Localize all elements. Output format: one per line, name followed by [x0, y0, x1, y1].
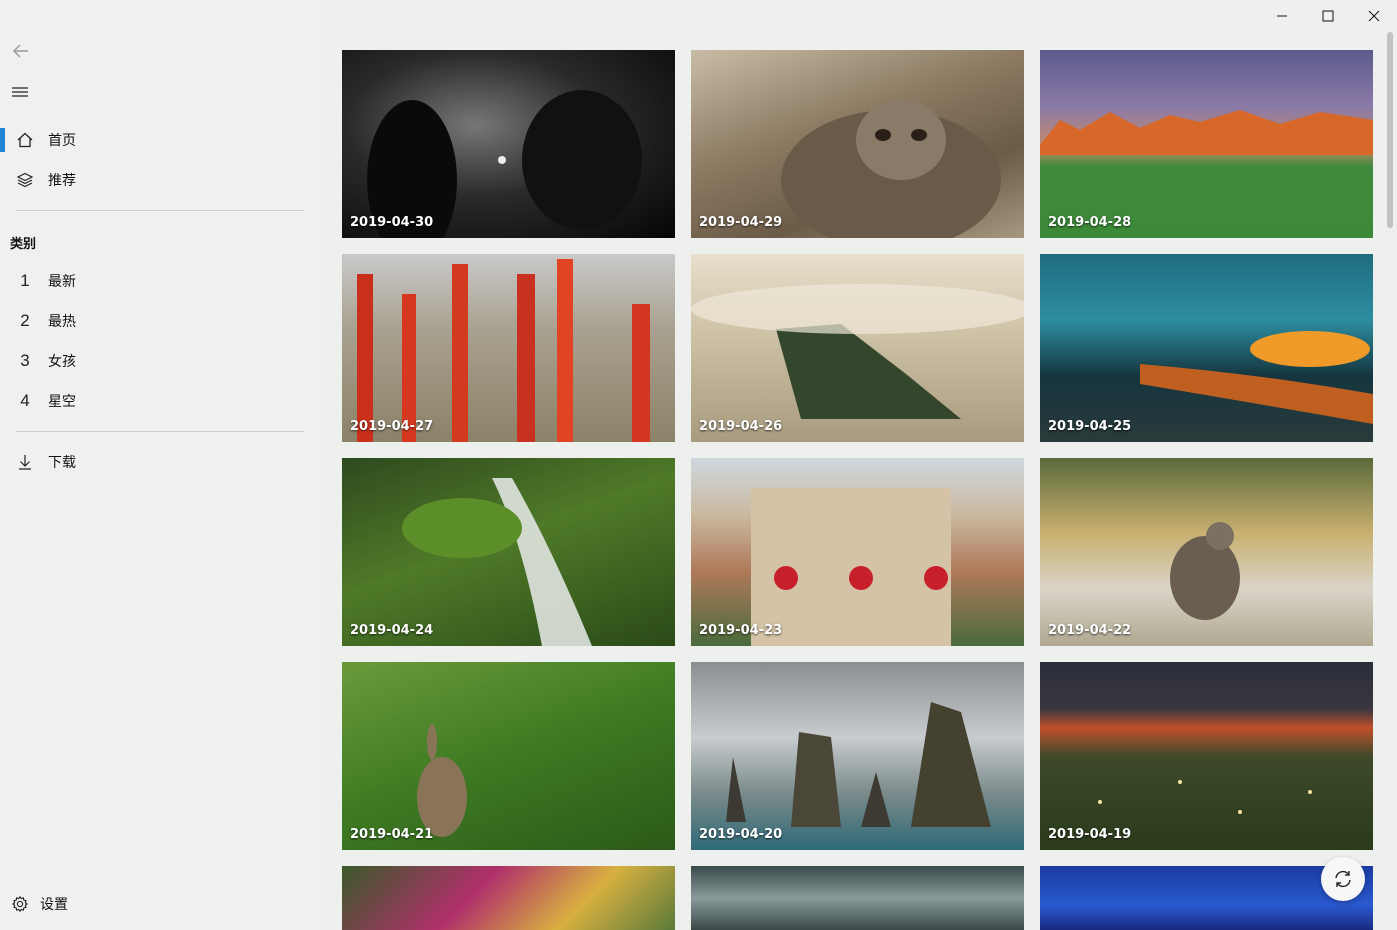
wallpaper-date: 2019-04-26 [699, 419, 783, 434]
wallpaper-tile[interactable]: 2019-04-23 [691, 458, 1024, 646]
settings-button[interactable]: 设置 [0, 884, 320, 924]
wallpaper-date: 2019-04-19 [1048, 827, 1132, 842]
wallpaper-tile[interactable] [342, 866, 675, 930]
nav-item-label: 首页 [48, 133, 76, 149]
wallpaper-image [417, 724, 467, 837]
wallpaper-tile[interactable]: 2019-04-29 [691, 50, 1024, 238]
wallpaper-image [1098, 780, 1312, 814]
wallpaper-tile[interactable]: 2019-04-21 [342, 662, 675, 850]
wallpaper-date: 2019-04-20 [699, 827, 783, 842]
wallpaper-tile[interactable]: 2019-04-28 [1040, 50, 1373, 238]
category-item-starry-sky[interactable]: 4 星空 [0, 381, 320, 421]
wallpaper-image [357, 259, 650, 442]
layers-icon [15, 170, 35, 190]
home-icon [15, 130, 35, 150]
wallpaper-tile[interactable]: 2019-04-30 [342, 50, 675, 238]
divider [16, 431, 304, 432]
wallpaper-date: 2019-04-24 [350, 623, 434, 638]
back-button[interactable] [10, 40, 32, 62]
wallpaper-date: 2019-04-28 [1048, 215, 1132, 230]
wallpaper-tile[interactable]: 2019-04-27 [342, 254, 675, 442]
wallpaper-date: 2019-04-27 [350, 419, 434, 434]
download-icon [15, 452, 35, 472]
nav-item-label: 下载 [48, 455, 76, 471]
nav-item-label: 推荐 [48, 173, 76, 189]
wallpaper-image [781, 100, 1001, 238]
sidebar: 首页 推荐 类别 1 最新 2 最热 3 女孩 4 星空 下载 设置 [0, 0, 320, 930]
wallpaper-tile[interactable]: 2019-04-26 [691, 254, 1024, 442]
wallpaper-image [726, 702, 991, 827]
wallpaper-image [1170, 522, 1240, 620]
wallpaper-date: 2019-04-25 [1048, 419, 1132, 434]
wallpaper-date: 2019-04-23 [699, 623, 783, 638]
wallpaper-image [402, 478, 592, 646]
wallpaper-image [1140, 331, 1373, 424]
wallpaper-date: 2019-04-29 [699, 215, 783, 230]
nav-item-recommend[interactable]: 推荐 [0, 160, 320, 200]
nav-item-home[interactable]: 首页 [0, 120, 320, 160]
category-item-hottest[interactable]: 2 最热 [0, 301, 320, 341]
scrollbar[interactable] [1387, 32, 1393, 228]
refresh-icon [1335, 870, 1351, 888]
settings-label: 设置 [40, 897, 68, 913]
hamburger-icon [12, 87, 28, 97]
gear-icon [10, 894, 30, 914]
wallpaper-tile[interactable]: 2019-04-22 [1040, 458, 1373, 646]
wallpaper-image [751, 488, 951, 646]
category-label: 女孩 [48, 354, 76, 370]
close-button[interactable] [1351, 0, 1397, 32]
category-label: 最新 [48, 274, 76, 290]
wallpaper-date: 2019-04-22 [1048, 623, 1132, 638]
category-number: 1 [20, 271, 30, 290]
category-number: 4 [20, 391, 30, 410]
menu-button[interactable] [10, 82, 30, 102]
category-label: 最热 [48, 314, 76, 330]
category-item-girls[interactable]: 3 女孩 [0, 341, 320, 381]
maximize-button[interactable] [1305, 0, 1351, 32]
wallpaper-image [691, 284, 1024, 419]
wallpaper-date: 2019-04-21 [350, 827, 434, 842]
wallpaper-image [367, 90, 642, 238]
maximize-icon [1322, 10, 1334, 22]
wallpaper-tile[interactable]: 2019-04-19 [1040, 662, 1373, 850]
category-number: 2 [20, 311, 30, 330]
category-number: 3 [20, 351, 30, 370]
refresh-button[interactable] [1321, 857, 1365, 901]
minimize-button[interactable] [1259, 0, 1305, 32]
back-arrow-icon [13, 44, 28, 58]
wallpaper-tile[interactable] [691, 866, 1024, 930]
wallpaper-tile[interactable]: 2019-04-25 [1040, 254, 1373, 442]
category-item-latest[interactable]: 1 最新 [0, 261, 320, 301]
minimize-icon [1277, 15, 1287, 17]
wallpaper-date: 2019-04-30 [350, 215, 434, 230]
wallpaper-tile[interactable]: 2019-04-20 [691, 662, 1024, 850]
nav-item-download[interactable]: 下载 [0, 442, 320, 482]
divider [16, 210, 304, 211]
category-section-title: 类别 [10, 237, 37, 252]
wallpaper-tile[interactable]: 2019-04-24 [342, 458, 675, 646]
close-icon [1368, 10, 1380, 22]
wallpaper-image [1040, 110, 1373, 155]
category-label: 星空 [48, 394, 76, 410]
